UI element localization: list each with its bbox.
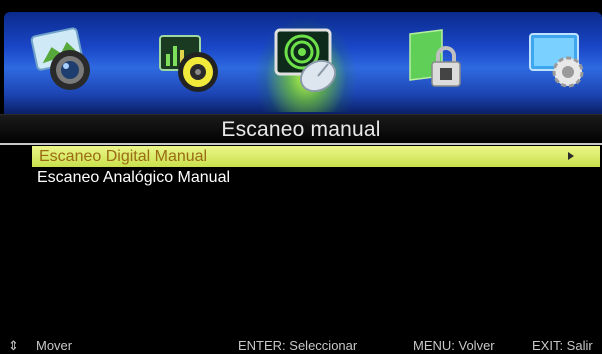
menu-item-label: Escaneo Analógico Manual [37,169,231,186]
hint-enter: ENTER: Seleccionar [238,338,358,353]
sound-speaker-icon [159,35,218,92]
footer-hints: ⇕ Mover ENTER: Seleccionar MENU: Volver … [0,336,602,353]
hint-exit: EXIT: Salir [532,338,593,353]
tv-osd-screen: Escaneo manual Escaneo Digital Manual Es… [0,0,602,353]
hint-menu: MENU: Volver [413,338,495,353]
title-divider [0,143,602,145]
tab-channel[interactable] [254,16,358,112]
page-title: Escaneo manual [221,118,381,141]
menu-title-bar: Escaneo manual [0,114,602,145]
menu-tab-bar [4,12,602,114]
menu-item-label: Escaneo Digital Manual [39,148,208,165]
lock-icon [409,29,461,87]
satellite-dish-icon [274,28,337,93]
picture-camera-icon [30,27,90,90]
menu-item-digital-scan[interactable]: Escaneo Digital Manual [32,146,600,167]
menu-item-analog-scan[interactable]: Escaneo Analógico Manual [32,167,600,188]
hint-move: Mover [36,338,73,353]
tab-sound[interactable] [154,26,226,98]
tab-lock[interactable] [402,26,474,98]
tab-setup[interactable] [524,26,596,98]
tab-picture[interactable] [30,26,102,98]
chevron-right-icon [568,152,574,160]
gear-icon [529,33,584,88]
